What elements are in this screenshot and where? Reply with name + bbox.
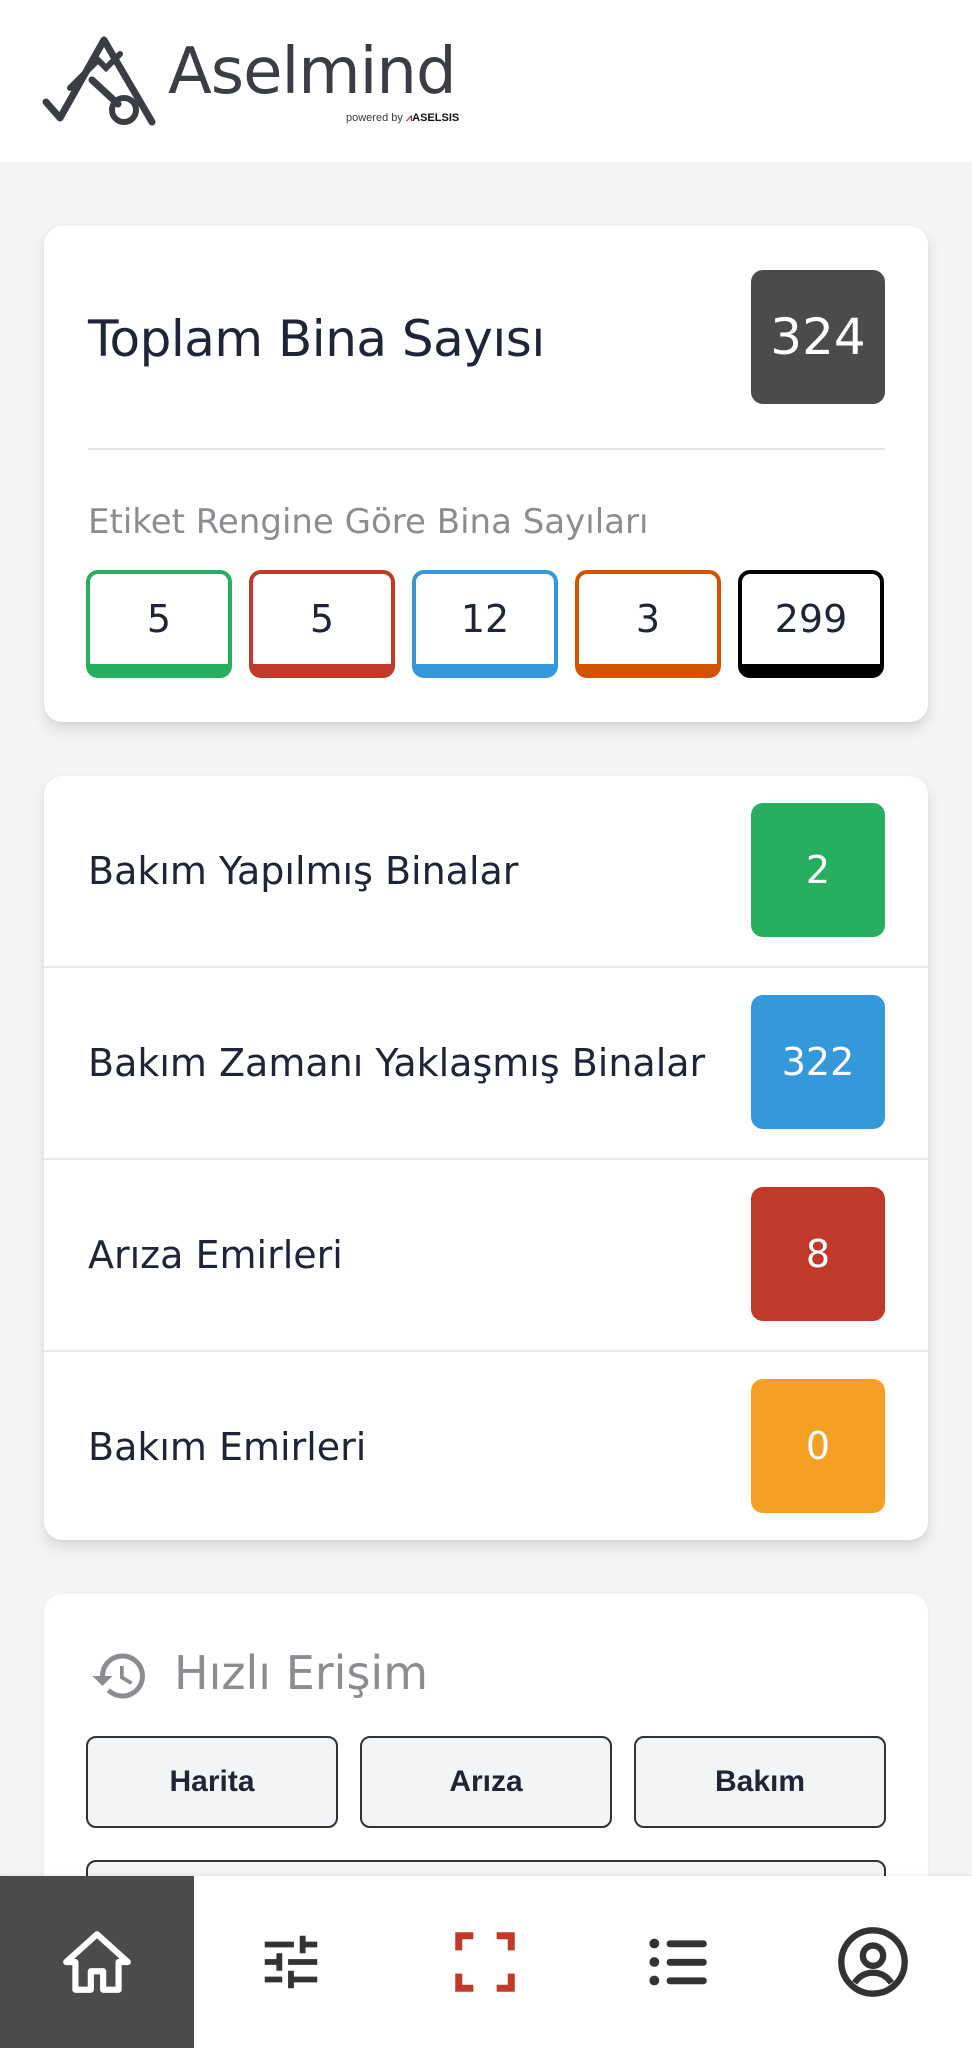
total-buildings-badge[interactable]: 324 (751, 270, 885, 404)
history-icon (92, 1653, 145, 1699)
stat-label: Arıza Emirleri (88, 1233, 343, 1277)
stat-badge: 2 (751, 803, 885, 937)
maintenance-stats-card: Bakım Yapılmış Binalar 2 Bakım Zamanı Ya… (44, 776, 928, 1540)
stat-row-maintained[interactable]: Bakım Yapılmış Binalar 2 (44, 776, 928, 968)
nav-list[interactable] (582, 1876, 776, 2048)
list-icon (649, 1938, 707, 1986)
nav-account[interactable] (776, 1876, 970, 2048)
brand-name: Aselmind (168, 35, 457, 109)
quick-map-button[interactable]: Harita (86, 1736, 338, 1828)
stat-label: Bakım Emirleri (88, 1425, 367, 1469)
tag-green-count[interactable]: 5 (86, 570, 232, 678)
tag-color-counts: 5 5 12 3 299 (86, 570, 886, 678)
stat-label: Bakım Zamanı Yaklaşmış Binalar (88, 1041, 706, 1085)
total-buildings-card: Toplam Bina Sayısı 324 Etiket Rengine Gö… (44, 226, 928, 722)
tag-black-count[interactable]: 299 (738, 570, 884, 678)
logo-mark-icon (42, 36, 156, 126)
powered-by-text: powered by (346, 112, 403, 124)
powered-by-brand: ASELSIS (412, 112, 460, 124)
stat-row-maintenance-orders[interactable]: Bakım Emirleri 0 (44, 1352, 928, 1544)
quick-fault-button[interactable]: Arıza (360, 1736, 612, 1828)
total-buildings-label: Toplam Bina Sayısı (88, 310, 545, 368)
stat-badge: 322 (751, 995, 885, 1129)
tag-red-count[interactable]: 5 (249, 570, 395, 678)
tag-orange-count[interactable]: 3 (575, 570, 721, 678)
stat-badge: 8 (751, 1187, 885, 1321)
powered-by: powered by ⩘ASELSIS (346, 112, 459, 125)
nav-home[interactable] (0, 1876, 194, 2048)
tag-blue-count[interactable]: 12 (412, 570, 558, 678)
quick-access-title: Hızlı Erişim (174, 1646, 429, 1700)
divider (88, 448, 885, 450)
stat-label: Bakım Yapılmış Binalar (88, 849, 519, 893)
aselmind-logo: Aselmind powered by ⩘ASELSIS (40, 30, 490, 130)
quick-maintenance-button[interactable]: Bakım (634, 1736, 886, 1828)
stat-badge: 0 (751, 1379, 885, 1513)
stat-row-maintenance-due[interactable]: Bakım Zamanı Yaklaşmış Binalar 322 (44, 968, 928, 1160)
nav-filters[interactable] (194, 1876, 388, 2048)
sliders-icon (264, 1935, 318, 1989)
bottom-navigation (0, 1876, 972, 2048)
home-icon (63, 1931, 131, 1993)
tag-color-label: Etiket Rengine Göre Bina Sayıları (88, 502, 649, 542)
nav-scan[interactable] (388, 1876, 582, 2048)
app-header: Aselmind powered by ⩘ASELSIS (0, 0, 972, 162)
stat-row-fault-orders[interactable]: Arıza Emirleri 8 (44, 1160, 928, 1352)
account-icon (838, 1927, 908, 1997)
scan-icon (455, 1932, 515, 1992)
